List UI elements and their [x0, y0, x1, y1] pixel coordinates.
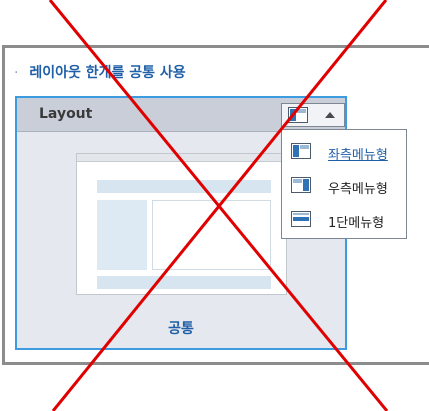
layout-dropdown-button[interactable] [281, 103, 345, 127]
section-title-text: 레이아웃 한개를 공통 사용 [29, 65, 186, 81]
card-caption: 공통 [168, 321, 194, 337]
preview-sidebar [97, 200, 147, 270]
left-menu-layout-icon [291, 143, 311, 159]
section-title: · 레이아웃 한개를 공통 사용 [14, 62, 186, 82]
preview-header [97, 180, 271, 193]
preview-main [152, 200, 271, 270]
menu-item-label: 1단메뉴형 [328, 216, 385, 231]
preview-topbar [77, 154, 286, 162]
menu-item-left-menu[interactable]: 좌측메뉴형 [282, 138, 406, 166]
layout-preview [76, 153, 287, 295]
preview-footer [97, 276, 271, 289]
right-menu-layout-icon [291, 177, 311, 193]
bullet: · [14, 65, 19, 81]
layout-dropdown-menu: 좌측메뉴형 우측메뉴형 1단메뉴형 [281, 129, 407, 239]
card-title: Layout [39, 106, 93, 122]
card-header: Layout [17, 98, 345, 132]
left-menu-layout-icon [288, 107, 308, 123]
menu-item-single-column[interactable]: 1단메뉴형 [282, 206, 406, 234]
menu-item-label: 좌측메뉴형 [328, 148, 388, 163]
single-column-layout-icon [291, 211, 311, 227]
menu-item-right-menu[interactable]: 우측메뉴형 [282, 172, 406, 200]
chevron-up-icon [325, 112, 335, 118]
menu-item-label: 우측메뉴형 [328, 182, 388, 197]
